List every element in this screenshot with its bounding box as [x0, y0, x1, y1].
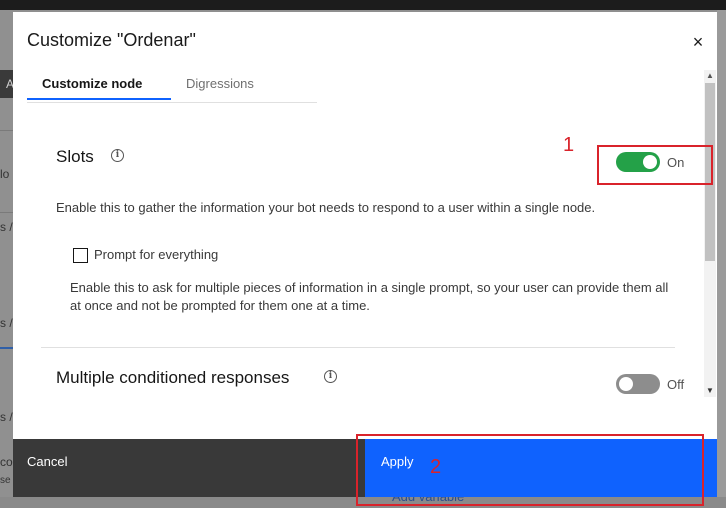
background-divider — [0, 130, 13, 131]
annotation-number-1: 1 — [563, 134, 575, 156]
modal-title: Customize "Ordenar" — [27, 30, 196, 50]
top-bar — [0, 0, 726, 10]
background-blue-line — [0, 347, 13, 349]
multiple-responses-toggle[interactable] — [616, 374, 660, 394]
tab-customize-node[interactable]: Customize node — [27, 74, 171, 100]
background-text: se — [0, 475, 11, 486]
cancel-button[interactable]: Cancel — [13, 439, 365, 497]
annotation-box-2 — [356, 434, 704, 506]
multiple-responses-title: Multiple conditioned responses — [56, 368, 290, 387]
modal-tabs: Customize node Digressions — [27, 74, 317, 103]
slots-description: Enable this to gather the information yo… — [56, 200, 596, 215]
prompt-for-everything-checkbox[interactable] — [73, 248, 88, 263]
slots-title: Slots — [56, 147, 94, 166]
tab-digressions[interactable]: Digressions — [186, 74, 254, 100]
toggle-knob — [619, 377, 633, 391]
background-text: s / — [0, 410, 13, 424]
background-text: s / — [0, 316, 13, 330]
scroll-up-icon[interactable]: ▲ — [704, 70, 716, 82]
background-right-panel — [717, 10, 726, 508]
prompt-for-everything-label[interactable]: Prompt for everything — [94, 246, 218, 264]
background-divider — [0, 212, 13, 213]
scroll-down-icon[interactable]: ▼ — [704, 385, 716, 397]
background-text: co — [0, 455, 13, 469]
prompt-description: Enable this to ask for multiple pieces o… — [70, 280, 669, 313]
section-divider — [41, 347, 675, 348]
info-icon[interactable]: i — [111, 149, 124, 162]
cancel-button-label: Cancel — [27, 454, 68, 469]
background-text: lo — [0, 167, 10, 181]
content-scrollbar[interactable]: ▲ ▼ — [704, 70, 716, 397]
background-text: s / — [0, 220, 13, 234]
background-left-dark-tab: A — [0, 70, 13, 98]
multiple-responses-toggle-label: Off — [667, 377, 685, 392]
customize-node-modal: Customize "Ordenar" × Customize node Dig… — [13, 12, 717, 497]
close-icon[interactable]: × — [687, 32, 709, 54]
info-icon[interactable]: i — [324, 370, 337, 383]
annotation-box-1 — [597, 145, 713, 185]
annotation-number-2: 2 — [430, 456, 442, 478]
